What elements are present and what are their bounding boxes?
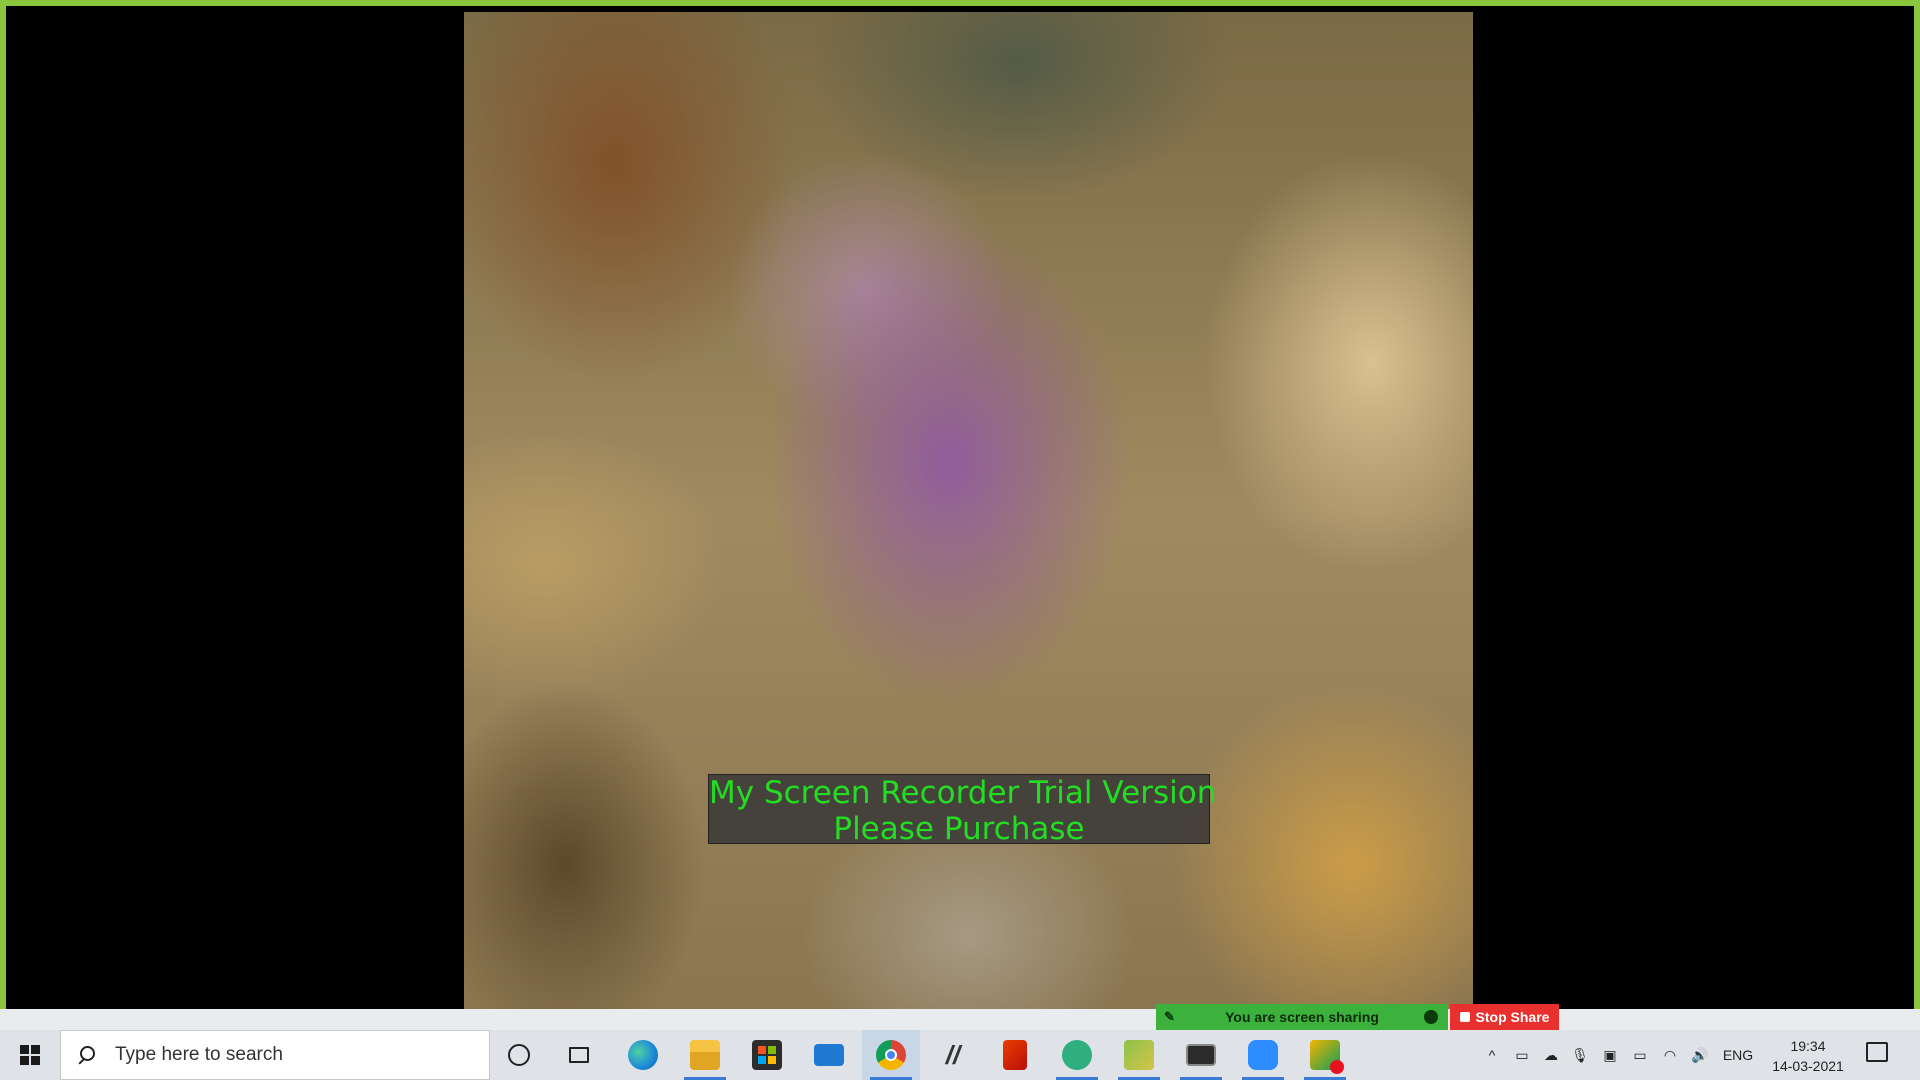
- stop-share-label: Stop Share: [1475, 1009, 1550, 1025]
- screen-sharing-indicator[interactable]: ✎ You are screen sharing: [1156, 1004, 1448, 1030]
- shield-icon: [1424, 1010, 1438, 1024]
- mail-icon[interactable]: [800, 1030, 858, 1080]
- search-icon: [77, 1046, 95, 1065]
- store-icon[interactable]: [738, 1030, 796, 1080]
- chevron-up-icon[interactable]: ^: [1480, 1030, 1504, 1080]
- screen-recorder-icon[interactable]: [1296, 1030, 1354, 1080]
- trial-watermark: My Screen Recorder Trial Version Please …: [708, 774, 1217, 847]
- cortana-icon[interactable]: [490, 1030, 548, 1080]
- battery-icon[interactable]: ▭: [1628, 1030, 1652, 1080]
- task-view-icon[interactable]: [550, 1030, 608, 1080]
- taskbar-search-box[interactable]: Type here to search: [60, 1030, 490, 1080]
- screen-share-frame: [0, 0, 1920, 1015]
- wifi-icon[interactable]: ◠: [1658, 1030, 1682, 1080]
- clock-time: 19:34: [1790, 1038, 1826, 1054]
- app-icon[interactable]: //: [924, 1030, 982, 1080]
- clock[interactable]: 19:34 14-03-2021: [1766, 1036, 1850, 1076]
- watermark-line-1: My Screen Recorder Trial Version: [709, 775, 1217, 811]
- app-icon[interactable]: [1172, 1030, 1230, 1080]
- pin-icon[interactable]: ✎: [1164, 1009, 1180, 1025]
- taskbar: Type here to search // ^ ▭ ☁ 🎙 ▣ ▭ ◠ 🔊 E…: [0, 1030, 1920, 1080]
- microphone-icon[interactable]: 🎙: [1568, 1030, 1592, 1080]
- office-icon[interactable]: [986, 1030, 1044, 1080]
- app-icon[interactable]: [1048, 1030, 1106, 1080]
- screen-sharing-label: You are screen sharing: [1225, 1009, 1379, 1025]
- edge-icon[interactable]: [614, 1030, 672, 1080]
- start-button[interactable]: [0, 1030, 60, 1080]
- search-placeholder: Type here to search: [115, 1044, 283, 1065]
- meet-icon[interactable]: ▭: [1510, 1030, 1534, 1080]
- video-preview: [464, 12, 1473, 1015]
- stop-share-button[interactable]: Stop Share: [1450, 1004, 1559, 1030]
- zoom-icon[interactable]: [1234, 1030, 1292, 1080]
- chrome-icon[interactable]: [862, 1030, 920, 1080]
- stop-icon: [1459, 1012, 1470, 1022]
- watermark-line-2: Please Purchase: [833, 811, 1085, 847]
- security-icon[interactable]: ▣: [1598, 1030, 1622, 1080]
- app-icon[interactable]: [1110, 1030, 1168, 1080]
- cloud-icon[interactable]: ☁: [1538, 1030, 1564, 1080]
- volume-icon[interactable]: 🔊: [1688, 1030, 1712, 1080]
- file-explorer-icon[interactable]: [676, 1030, 734, 1080]
- clock-date: 14-03-2021: [1772, 1058, 1844, 1074]
- language-indicator[interactable]: ENG: [1718, 1030, 1758, 1080]
- notification-icon[interactable]: [1866, 1042, 1888, 1062]
- strip-above-taskbar: [0, 1009, 1920, 1030]
- windows-icon: [20, 1045, 40, 1065]
